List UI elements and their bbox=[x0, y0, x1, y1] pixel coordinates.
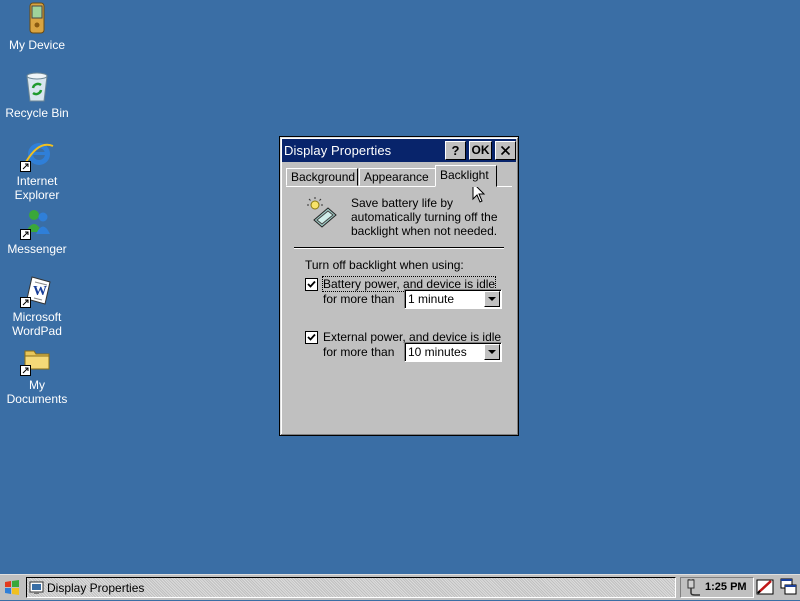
external-timeout-select[interactable]: 10 minutes bbox=[404, 342, 502, 362]
power-plug-icon[interactable] bbox=[684, 579, 702, 596]
close-button[interactable] bbox=[495, 141, 516, 160]
recycle-bin-icon bbox=[20, 70, 54, 104]
info-line: backlight when not needed. bbox=[351, 224, 498, 238]
desktop-icon-label-line1: My bbox=[29, 378, 45, 392]
desktop-icon-recycle-bin[interactable]: Recycle Bin bbox=[0, 70, 74, 120]
info-line: Save battery life by bbox=[351, 196, 454, 210]
tab-background[interactable]: Background bbox=[286, 168, 358, 186]
help-button[interactable]: ? bbox=[445, 141, 466, 160]
display-properties-window: Display Properties ? OK Background Appea… bbox=[279, 136, 519, 436]
desktop-icon-label-line1: Microsoft bbox=[12, 310, 62, 324]
external-timeout-value: 10 minutes bbox=[408, 345, 467, 359]
taskbar-button-label: Display Properties bbox=[47, 581, 145, 595]
battery-timeout-select[interactable]: 1 minute bbox=[404, 289, 502, 309]
dropdown-arrow-icon[interactable] bbox=[484, 291, 500, 307]
close-icon bbox=[500, 145, 511, 156]
shortcut-arrow-icon bbox=[20, 297, 31, 308]
desktop-icon-label-line2: WordPad bbox=[12, 324, 62, 338]
checkmark-icon bbox=[307, 333, 316, 341]
separator bbox=[294, 247, 504, 249]
desktop-icon-label: Messenger bbox=[7, 242, 67, 256]
wordpad-icon: W bbox=[20, 274, 54, 308]
desktop-icon-internet-explorer[interactable]: Internet Explorer bbox=[0, 138, 74, 202]
desktop-icon-messenger[interactable]: Messenger bbox=[0, 206, 74, 256]
tab-backlight[interactable]: Backlight bbox=[435, 165, 497, 187]
clock[interactable]: 1:25 PM bbox=[705, 581, 747, 593]
dropdown-arrow-icon[interactable] bbox=[484, 344, 500, 360]
pen-input-icon bbox=[756, 579, 774, 595]
ok-button[interactable]: OK bbox=[469, 141, 492, 160]
external-checkbox[interactable] bbox=[305, 331, 318, 344]
external-sub-label: for more than bbox=[323, 345, 395, 359]
svg-text:W: W bbox=[33, 284, 47, 299]
internet-explorer-icon bbox=[20, 138, 54, 172]
show-desktop-button[interactable] bbox=[779, 577, 799, 598]
desktop-icon-label-line2: Explorer bbox=[14, 188, 60, 202]
window-title: Display Properties bbox=[284, 143, 392, 158]
group-label: Turn off backlight when using: bbox=[305, 258, 464, 272]
desktop-icon-label-line1: Internet bbox=[16, 174, 58, 188]
taskbar-button-display-properties[interactable]: Display Properties bbox=[26, 577, 676, 598]
shortcut-arrow-icon bbox=[20, 229, 31, 240]
backlight-panel: Save battery life by automatically turni… bbox=[286, 186, 512, 431]
desktop-icon-label: My Device bbox=[8, 38, 65, 52]
shortcut-arrow-icon bbox=[20, 161, 31, 172]
battery-timeout-value: 1 minute bbox=[408, 292, 455, 306]
battery-checkbox[interactable] bbox=[305, 278, 318, 291]
input-panel-button[interactable] bbox=[756, 577, 776, 598]
info-line: automatically turning off the bbox=[351, 210, 498, 224]
folder-icon bbox=[20, 342, 54, 376]
desktop-icon-wordpad[interactable]: W Microsoft WordPad bbox=[0, 274, 74, 338]
taskbar: Display Properties 1:25 PM bbox=[0, 574, 800, 600]
pda-device-icon bbox=[20, 2, 54, 36]
desktop-icon-my-device[interactable]: My Device bbox=[0, 2, 74, 52]
title-bar[interactable]: Display Properties ? OK bbox=[282, 139, 516, 162]
tab-appearance[interactable]: Appearance bbox=[359, 168, 436, 186]
messenger-icon bbox=[20, 206, 54, 240]
windows-logo-icon bbox=[5, 580, 19, 595]
tab-strip: Background Appearance Backlight bbox=[286, 165, 516, 187]
desktop-icon-my-documents[interactable]: My Documents bbox=[0, 342, 74, 406]
system-tray: 1:25 PM bbox=[680, 577, 754, 598]
desktop-icon-label-line2: Documents bbox=[6, 392, 68, 406]
display-properties-icon bbox=[29, 581, 44, 594]
shortcut-arrow-icon bbox=[20, 365, 31, 376]
backlight-description: Save battery life by automatically turni… bbox=[351, 196, 516, 238]
checkmark-icon bbox=[307, 280, 316, 288]
windows-cascade-icon bbox=[780, 578, 797, 595]
backlight-icon bbox=[304, 196, 340, 230]
desktop-icon-label: Recycle Bin bbox=[5, 106, 69, 120]
start-button[interactable] bbox=[2, 578, 22, 598]
battery-sub-label: for more than bbox=[323, 292, 395, 306]
